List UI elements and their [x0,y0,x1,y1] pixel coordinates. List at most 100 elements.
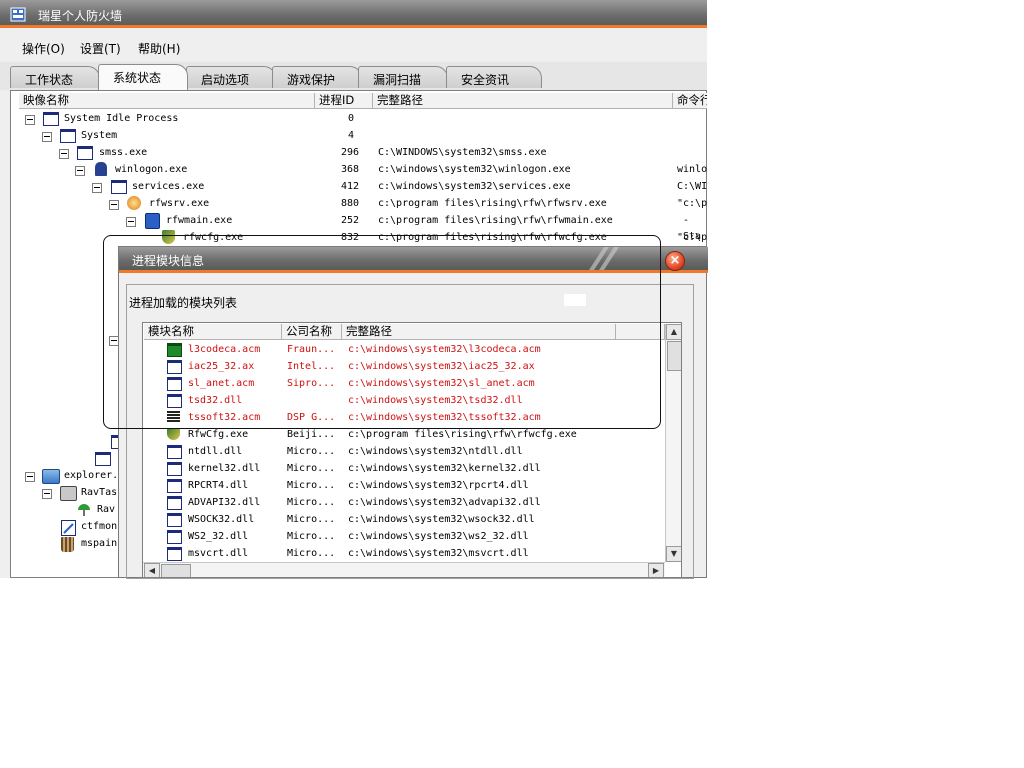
close-icon[interactable]: × [665,251,685,271]
process-cmd: "c:\p [677,232,707,243]
menu-bar: 操作(O) 设置(T) 帮助(H) [0,31,707,61]
collapse-icon[interactable] [25,115,35,125]
module-company: Sipro... [287,378,336,389]
module-row[interactable]: ntdll.dll Micro... c:\windows\system32\ntd… [143,443,665,460]
module-icon [167,530,182,544]
col-module-name[interactable]: 模块名称 [144,324,282,340]
module-icon [167,377,182,391]
collapse-icon[interactable] [126,217,136,227]
module-path: c:\windows\system32\ntdll.dll [348,446,523,457]
tab-game-protection[interactable]: 游戏保护 [272,66,362,88]
hscroll-thumb[interactable] [161,564,191,577]
module-company: Intel... [287,361,336,372]
green-module-icon [167,343,182,357]
module-company: Micro... [287,480,336,491]
module-list[interactable]: 模块名称 公司名称 完整路径 l3codeca.acm Fraun... c:\wi… [142,322,682,578]
collapse-icon[interactable] [42,489,52,499]
module-row[interactable]: tssoft32.acm DSP G... c:\windows\system32\… [143,409,665,426]
module-name: WS2_32.dll [188,531,249,542]
tab-vulnerability-scan[interactable]: 漏洞扫描 [358,66,448,88]
process-cmd: C:\WI [677,181,707,192]
tab-startup-options[interactable]: 启动选项 [186,66,276,88]
process-path: c:\windows\system32\winlogon.exe [378,164,571,175]
module-name: ADVAPI32.dll [188,497,261,508]
titlebar-stripes-decoration [589,247,619,270]
winlogon-icon [95,162,107,176]
rfwsrv-icon [127,196,141,210]
collapse-icon[interactable] [42,132,52,142]
process-cmd: "c:\p [677,198,707,209]
module-name: RPCRT4.dll [188,480,249,491]
module-row[interactable]: sl_anet.acm Sipro... c:\windows\system32\s… [143,375,665,392]
module-row[interactable]: tsd32.dll c:\windows\system32\tsd32.dll [143,392,665,409]
collapse-icon[interactable] [75,166,85,176]
tab-system-status[interactable]: 系统状态 [98,64,188,90]
scroll-left-icon[interactable]: ◀ [144,563,160,577]
process-path: C:\WINDOWS\system32\smss.exe [378,147,547,158]
menu-settings[interactable]: 设置(T) [80,40,121,57]
module-name: tssoft32.acm [188,412,261,423]
dialog-title-bar: 进程模块信息 × [119,247,708,273]
tab-security-news[interactable]: 安全资讯 [446,66,542,88]
process-name: ctfmon [81,521,118,532]
menu-operation[interactable]: 操作(O) [22,40,65,57]
col-company[interactable]: 公司名称 [282,324,342,340]
module-row[interactable]: iac25_32.ax Intel... c:\windows\system32\i… [143,358,665,375]
rfwmain-icon [145,213,160,229]
module-path: c:\windows\system32\rpcrt4.dll [348,480,529,491]
module-company: Beiji... [287,429,336,440]
module-row[interactable]: RPCRT4.dll Micro... c:\windows\system32\rp… [143,477,665,494]
module-company: Micro... [287,446,336,457]
module-row[interactable]: ADVAPI32.dll Micro... c:\windows\system32\… [143,494,665,511]
module-row[interactable]: l3codeca.acm Fraun... c:\windows\system32\… [143,341,665,358]
col-extra[interactable] [616,324,665,340]
scroll-thumb[interactable] [667,341,681,371]
collapse-icon[interactable] [25,472,35,482]
module-icon [167,479,182,493]
scroll-down-icon[interactable]: ▼ [666,546,681,562]
module-name: iac25_32.ax [188,361,255,372]
collapse-icon[interactable] [92,183,102,193]
module-name: kernel32.dll [188,463,261,474]
scroll-right-icon[interactable]: ▶ [648,563,664,577]
col-full-path[interactable]: 完整路径 [373,93,673,109]
module-row[interactable]: WSOCK32.dll Micro... c:\windows\system32\w… [143,511,665,528]
col-image-name[interactable]: 映像名称 [19,93,315,109]
ravtask-icon [60,486,77,501]
module-row[interactable]: WS2_32.dll Micro... c:\windows\system32\ws… [143,528,665,545]
tab-work-status[interactable]: 工作状态 [10,66,100,88]
vertical-scrollbar[interactable]: ▲ ▼ [665,324,681,562]
process-name: RavTas [81,487,118,498]
process-icon [77,146,93,160]
title-bar: 瑞星个人防火墙 [0,0,707,28]
process-icon [95,452,111,466]
process-name: explorer. [64,470,119,481]
col-module-path[interactable]: 完整路径 [342,324,616,340]
firewall-app-icon [10,7,26,22]
module-path: c:\windows\system32\iac25_32.ax [348,361,535,372]
tab-strip: 工作状态 系统状态 启动选项 游戏保护 漏洞扫描 安全资讯 [0,62,707,90]
collapse-icon[interactable] [59,149,69,159]
process-name: rfwmain.exe [166,215,233,226]
module-path: c:\windows\system32\tssoft32.acm [348,412,541,423]
module-path: c:\windows\system32\msvcrt.dll [348,548,529,559]
module-company: Micro... [287,497,336,508]
col-pid[interactable]: 进程ID [315,93,373,109]
module-row[interactable]: RfwCfg.exe Beiji... c:\program files\risin… [143,426,665,443]
process-pid: 4 [348,130,355,141]
process-path: c:\program files\rising\rfw\rfwcfg.exe [378,232,607,243]
module-row[interactable]: kernel32.dll Micro... c:\windows\system32\… [143,460,665,477]
process-icon [60,129,76,143]
scroll-up-icon[interactable]: ▲ [666,324,681,340]
menu-help[interactable]: 帮助(H) [138,40,180,57]
blank-field [564,294,586,306]
col-command-line[interactable]: 命令行 [673,93,707,109]
module-path: c:\windows\system32\l3codeca.acm [348,344,541,355]
module-icon [167,547,182,561]
collapse-icon[interactable] [109,200,119,210]
process-icon [111,180,127,194]
horizontal-scrollbar[interactable]: ◀ ▶ [143,562,665,577]
module-row[interactable]: msvcrt.dll Micro... c:\windows\system32\ms… [143,545,665,562]
ctfmon-icon [61,520,76,536]
process-name: rfwsrv.exe [149,198,210,209]
